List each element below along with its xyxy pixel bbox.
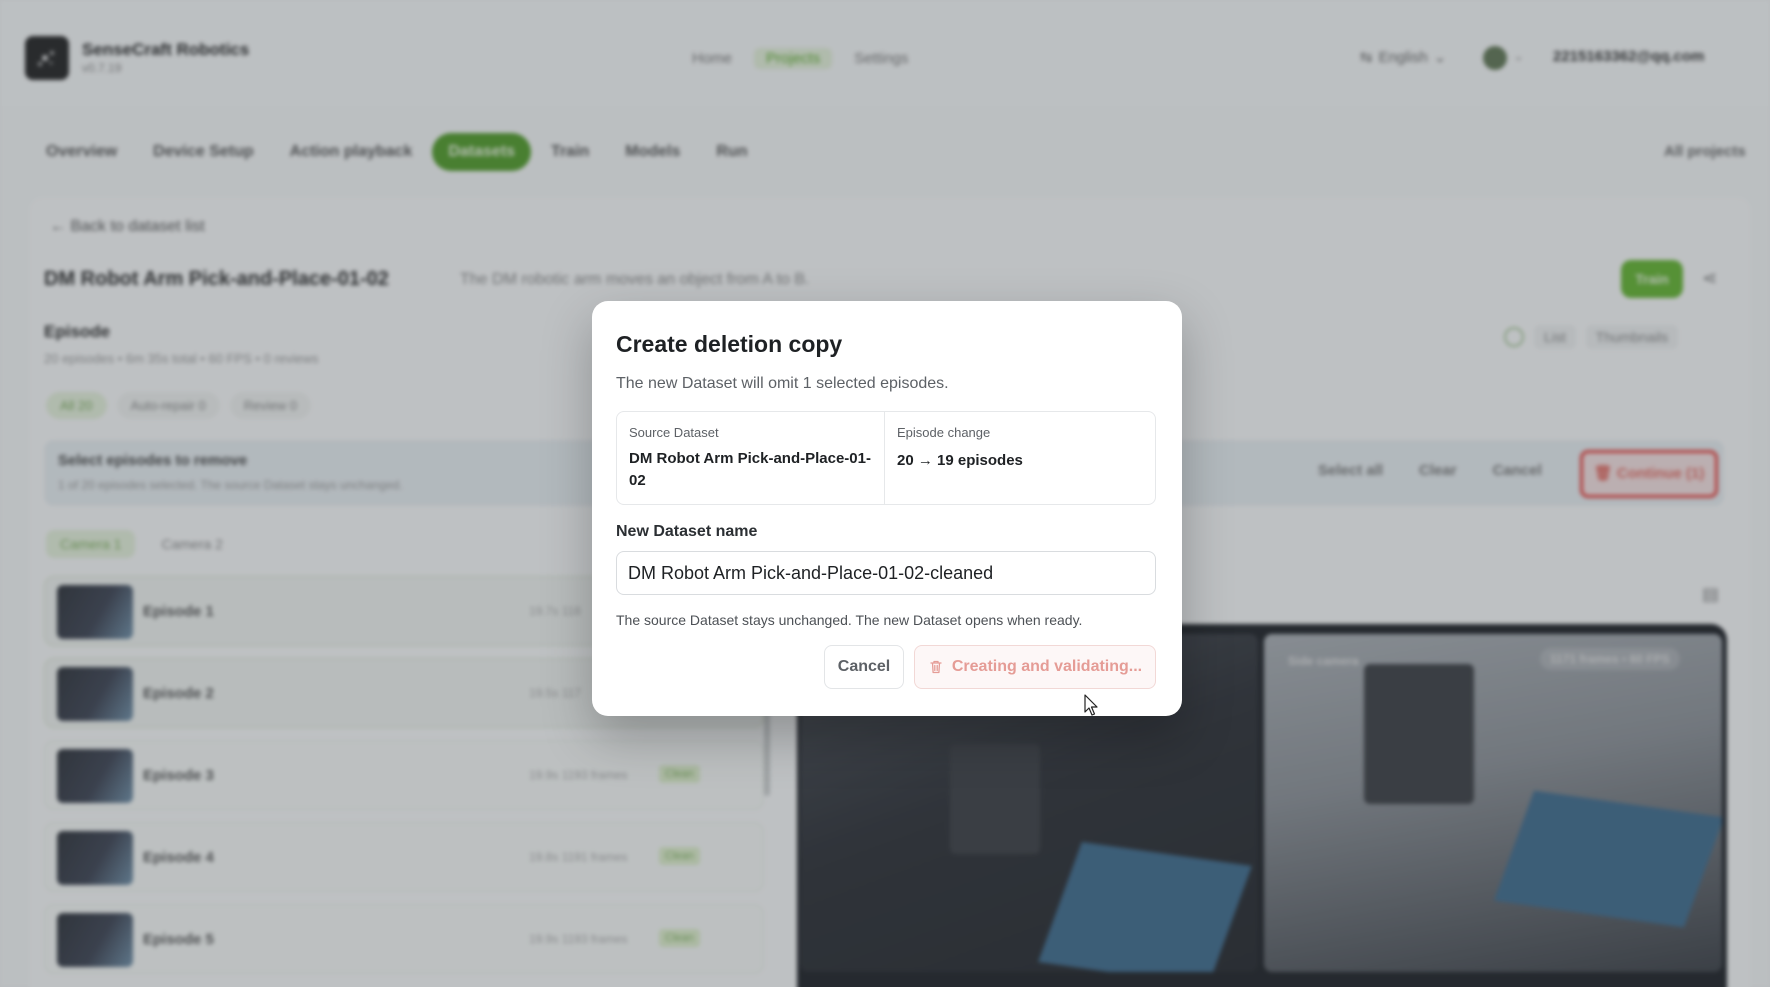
mouse-cursor-icon — [1084, 694, 1098, 716]
episode-change-value: 20 → 19 episodes — [897, 452, 1023, 469]
dialog-note: The source Dataset stays unchanged. The … — [616, 612, 1083, 628]
dialog-title: Create deletion copy — [616, 331, 843, 357]
dialog-subtitle: The new Dataset will omit 1 selected epi… — [616, 375, 949, 392]
cancel-button[interactable]: Cancel — [824, 645, 904, 689]
create-copy-label: Creating and validating... — [951, 658, 1143, 675]
create-deletion-copy-dialog: Create deletion copy The new Dataset wil… — [592, 301, 1182, 716]
dataset-summary: Source Dataset DM Robot Arm Pick-and-Pla… — [616, 411, 1156, 505]
source-dataset-cell: Source Dataset DM Robot Arm Pick-and-Pla… — [617, 412, 885, 504]
episode-change-label: Episode change — [897, 425, 991, 440]
new-dataset-name-input[interactable] — [616, 551, 1156, 595]
source-dataset-value: DM Robot Arm Pick-and-Place-01-02 — [629, 450, 871, 489]
new-dataset-name-label: New Dataset name — [616, 523, 758, 540]
source-dataset-label: Source Dataset — [629, 425, 719, 440]
episode-change-cell: Episode change 20 → 19 episodes — [885, 412, 1035, 504]
create-copy-button[interactable]: Creating and validating... — [914, 645, 1156, 689]
trash-icon — [928, 659, 944, 675]
